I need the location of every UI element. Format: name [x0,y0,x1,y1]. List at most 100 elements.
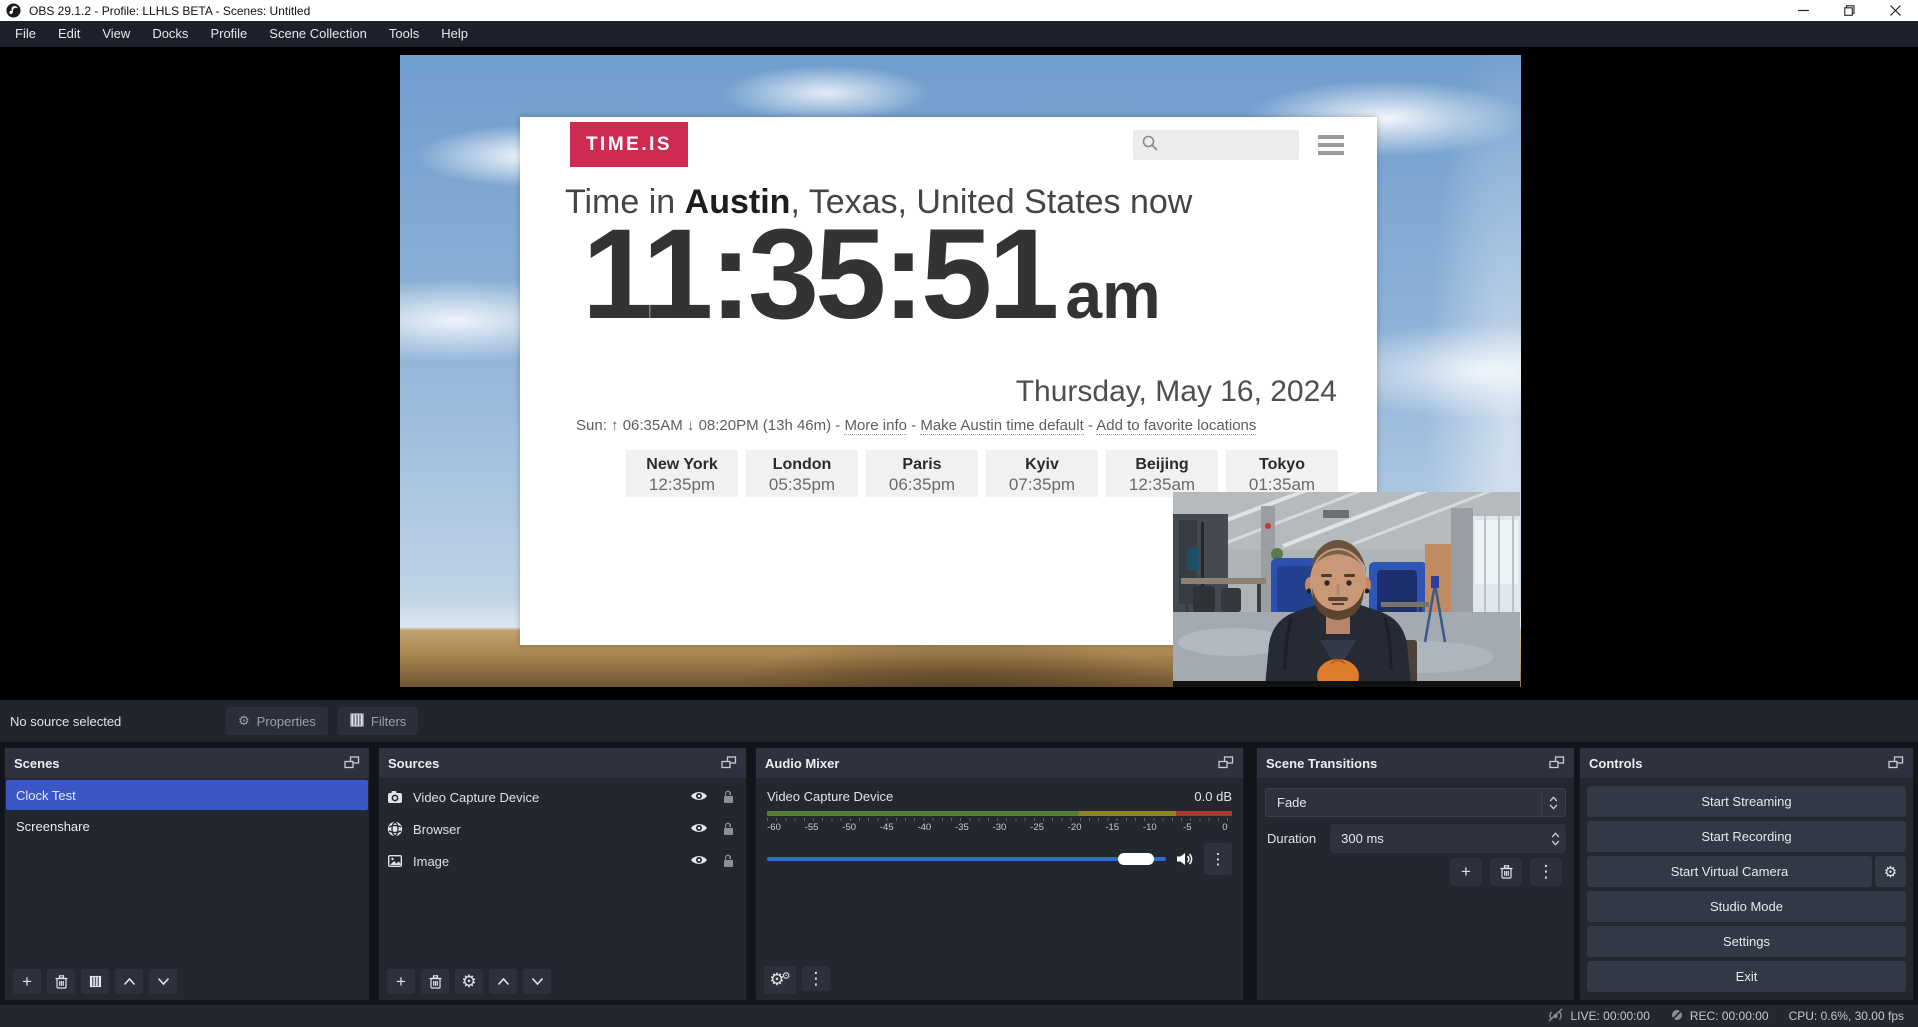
menu-view[interactable]: View [91,21,141,47]
menu-scene-collection[interactable]: Scene Collection [258,21,378,47]
transition-select[interactable]: Fade [1265,788,1566,817]
add-transition-button[interactable]: + [1450,858,1482,886]
popout-icon[interactable] [344,756,360,770]
clock-ampm: am [1065,258,1160,332]
mixer-options-button[interactable]: ⋮ [1204,843,1232,875]
timeis-city-row: New York12:35pm London05:35pm Paris06:35… [626,450,1338,497]
timeis-logo: TIME.IS [570,122,688,167]
volume-meter [767,811,1232,816]
city-box-beijing: Beijing12:35am [1106,450,1218,497]
remove-transition-button[interactable] [1490,858,1522,886]
menu-help[interactable]: Help [430,21,479,47]
popout-icon[interactable] [1888,756,1904,770]
visibility-eye-icon[interactable] [690,853,708,869]
popout-icon[interactable] [1549,756,1565,770]
filters-button[interactable]: Filters [338,707,418,735]
speaker-icon[interactable] [1175,850,1195,868]
menu-bar: File Edit View Docks Profile Scene Colle… [0,21,1918,47]
restore-button[interactable] [1826,0,1872,21]
meter-tick-marks [767,818,1232,821]
scene-item-clock-test[interactable]: Clock Test [6,780,368,810]
transition-select-arrows[interactable] [1541,789,1565,816]
menu-file[interactable]: File [4,21,47,47]
scenes-panel: Scenes Clock Test Screenshare + [4,747,370,1001]
obs-logo-icon [6,3,21,18]
minimize-button[interactable] [1780,0,1826,21]
menu-profile[interactable]: Profile [199,21,258,47]
image-icon [387,853,403,869]
duration-label: Duration [1267,831,1316,846]
remove-source-button[interactable] [421,969,449,994]
source-item-image[interactable]: Image [379,848,746,874]
duration-stepper[interactable] [1544,832,1566,846]
add-scene-button[interactable]: + [13,969,41,994]
rec-status: REC: 00:00:00 [1670,1008,1769,1025]
timeis-search-box [1133,130,1299,160]
mixer-channel-name: Video Capture Device [767,789,893,804]
move-source-down-button[interactable] [523,969,551,994]
cpu-fps-status: CPU: 0.6%, 30.00 fps [1789,1009,1904,1023]
stream-inactive-icon [1547,1008,1564,1025]
visibility-eye-icon[interactable] [690,821,708,837]
start-streaming-button[interactable]: Start Streaming [1587,786,1906,817]
timeis-date: Thursday, May 16, 2024 [1016,375,1337,409]
popout-icon[interactable] [1218,756,1234,770]
city-box-kyiv: Kyiv07:35pm [986,450,1098,497]
close-button[interactable] [1872,0,1918,21]
lock-icon[interactable] [722,789,736,805]
timeis-sun-line: Sun: ↑ 06:35AM ↓ 08:20PM (13h 46m) - Mor… [576,417,1346,434]
source-item-video-capture[interactable]: Video Capture Device [379,784,746,810]
volume-slider-handle[interactable] [1118,853,1154,865]
more-info-link: More info [844,417,907,435]
dock-area: Scenes Clock Test Screenshare + [0,742,1918,1005]
virtual-camera-settings-button[interactable]: ⚙ [1875,856,1906,887]
city-box-tokyo: Tokyo01:35am [1226,450,1338,497]
volume-slider[interactable] [767,852,1166,866]
studio-mode-button[interactable]: Studio Mode [1587,891,1906,922]
lock-icon[interactable] [722,821,736,837]
mixer-db-value: 0.0 dB [1194,789,1232,804]
source-item-browser[interactable]: Browser [379,816,746,842]
start-recording-button[interactable]: Start Recording [1587,821,1906,852]
gear-icon: ⚙ [238,714,250,729]
remove-scene-button[interactable] [47,969,75,994]
audio-mixer-panel: Audio Mixer Video Capture Device 0.0 dB … [755,747,1244,1001]
start-virtual-camera-button[interactable]: Start Virtual Camera [1587,856,1872,887]
window-title: OBS 29.1.2 - Profile: LLHLS BETA - Scene… [29,4,310,18]
menu-tools[interactable]: Tools [378,21,430,47]
properties-button[interactable]: ⚙ Properties [226,707,328,735]
title-bar: OBS 29.1.2 - Profile: LLHLS BETA - Scene… [0,0,1918,21]
visibility-eye-icon[interactable] [690,789,708,805]
filter-icon [350,713,364,730]
record-inactive-icon [1670,1008,1684,1025]
make-default-link: Make Austin time default [920,417,1083,435]
status-bar: LIVE: 00:00:00 REC: 00:00:00 CPU: 0.6%, … [0,1005,1918,1027]
menu-edit[interactable]: Edit [47,21,91,47]
popout-icon[interactable] [721,756,737,770]
webcam-video-source[interactable] [1173,492,1520,687]
add-favorite-link: Add to favorite locations [1096,417,1256,435]
move-source-up-button[interactable] [489,969,517,994]
duration-input[interactable]: 300 ms [1330,824,1566,853]
camera-icon [387,789,403,805]
scene-item-screenshare[interactable]: Screenshare [6,811,368,841]
advanced-audio-button[interactable]: ⚙⚙ [764,966,796,994]
hamburger-menu-icon [1318,135,1344,155]
move-scene-up-button[interactable] [115,969,143,994]
globe-icon [387,821,403,837]
transition-properties-button[interactable]: ⋮ [1530,858,1562,886]
source-properties-button[interactable]: ⚙ [455,969,483,994]
exit-button[interactable]: Exit [1587,961,1906,992]
move-scene-down-button[interactable] [149,969,177,994]
preview-canvas[interactable]: TIME.IS Time in Austin, Texas, United St… [400,55,1521,687]
mixer-menu-button[interactable]: ⋮ [802,966,830,991]
controls-panel: Controls Start Streaming Start Recording… [1579,747,1914,1001]
scene-filters-button[interactable] [81,969,109,994]
settings-button[interactable]: Settings [1587,926,1906,957]
city-box-london: London05:35pm [746,450,858,497]
scenes-panel-header: Scenes [5,748,369,778]
menu-docks[interactable]: Docks [141,21,199,47]
lock-icon[interactable] [722,853,736,869]
add-source-button[interactable]: + [387,969,415,994]
sources-panel: Sources Video Capture Device [378,747,747,1001]
